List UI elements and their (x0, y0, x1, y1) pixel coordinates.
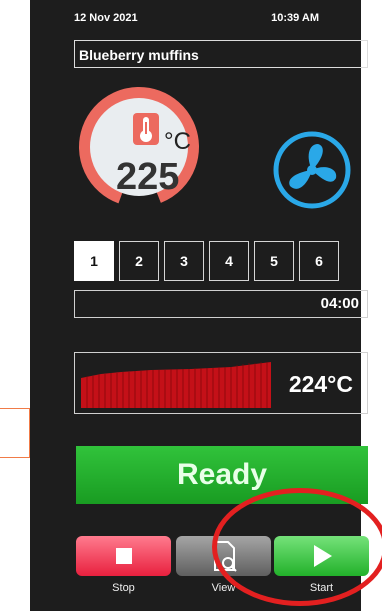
stop-icon (116, 548, 132, 564)
stage-tab-5[interactable]: 5 (254, 241, 294, 281)
set-temperature: 225 (116, 156, 180, 198)
stage-tabs: 1 2 3 4 5 6 (74, 241, 339, 281)
time-label: 10:39 AM (271, 12, 319, 24)
temperature-history-bars (81, 362, 271, 408)
stage-tab-2[interactable]: 2 (119, 241, 159, 281)
thermometer-icon (133, 113, 159, 145)
annotation-box (0, 408, 30, 458)
stop-label: Stop (112, 582, 135, 594)
date-label: 12 Nov 2021 (74, 12, 138, 24)
recipe-name-field[interactable]: Blueberry muffins (74, 40, 368, 68)
annotation-circle (212, 488, 382, 606)
fan-icon[interactable] (270, 128, 354, 212)
stage-tab-1[interactable]: 1 (74, 241, 114, 281)
temperature-unit: °C (164, 128, 191, 155)
stage-tab-4[interactable]: 4 (209, 241, 249, 281)
stop-button[interactable] (76, 536, 171, 576)
stage-tab-3[interactable]: 3 (164, 241, 204, 281)
timer-field[interactable]: 04:00 (74, 290, 368, 318)
current-temperature: 224°C (288, 371, 353, 397)
temperature-graph: 224°C (74, 352, 368, 414)
status-bar: 12 Nov 2021 10:39 AM (74, 12, 319, 30)
stage-tab-6[interactable]: 6 (299, 241, 339, 281)
temperature-dial[interactable]: °C 225 (78, 86, 200, 208)
